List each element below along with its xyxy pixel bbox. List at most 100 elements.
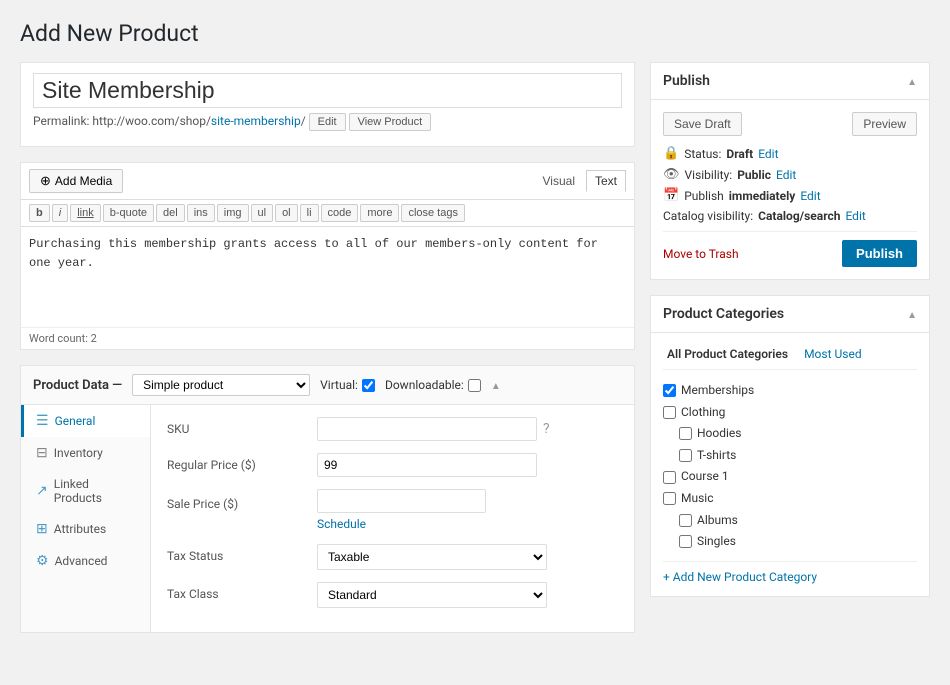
ins-button[interactable]: ins [187,204,215,222]
italic-button[interactable]: i [52,204,68,222]
add-category-link[interactable]: + Add New Product Category [663,561,917,584]
sale-price-field-row: Sale Price ($) Schedule [167,489,618,532]
move-to-trash-link[interactable]: Move to Trash [663,247,739,261]
catalog-label: Catalog visibility: [663,209,753,223]
categories-panel-title: Product Categories [663,306,784,322]
save-draft-button[interactable]: Save Draft [663,112,742,136]
status-edit-link[interactable]: Edit [758,147,778,161]
publish-collapse-icon[interactable] [907,73,917,89]
publish-footer: Move to Trash Publish [663,231,917,267]
cat-checkbox-tshirts[interactable] [679,449,692,462]
cat-checkbox-memberships[interactable] [663,384,676,397]
more-button[interactable]: more [360,204,399,222]
product-data-content: SKU ? Regular Price ($) [151,405,634,632]
cat-checkbox-hoodies[interactable] [679,427,692,440]
add-media-button[interactable]: ⊕ Add Media [29,169,123,193]
li-button[interactable]: li [300,204,319,222]
text-tab[interactable]: Text [586,170,626,192]
virtual-checkbox-area: Virtual: [320,378,375,392]
publish-label: Publish [684,189,724,203]
categories-collapse-icon[interactable] [907,306,917,322]
visibility-icon: 👁 [663,167,680,182]
view-product-button[interactable]: View Product [349,113,432,131]
tax-status-field-row: Tax Status Taxable Shipping only None [167,544,618,570]
title-panel: Permalink: http://woo.com/shop/site-memb… [20,62,635,147]
calendar-icon: 📅 [663,188,679,203]
tab-inventory[interactable]: ⊟ Inventory [21,437,150,469]
publish-meta: 🔒 Status: Draft Edit 👁 Visibility: Publi… [663,146,917,223]
tab-all-categories[interactable]: All Product Categories [663,345,792,363]
downloadable-checkbox[interactable] [468,379,481,392]
category-clothing: Clothing [663,402,917,424]
sku-help-icon[interactable]: ? [543,421,550,437]
tab-advanced[interactable]: ⚙ Advanced [21,545,150,577]
product-type-select[interactable]: Simple product Variable product Grouped … [132,374,310,396]
page-title: Add New Product [20,20,930,47]
status-value: Draft [726,147,753,161]
code-button[interactable]: code [321,204,359,222]
word-count: Word count: 2 [21,327,634,349]
visibility-row: 👁 Visibility: Public Edit [663,167,917,182]
ol-button[interactable]: ol [275,204,298,222]
regular-price-label: Regular Price ($) [167,453,307,472]
categories-tabs: All Product Categories Most Used [663,345,917,370]
visibility-value: Public [737,168,771,182]
editor-panel: ⊕ Add Media Visual Text b i link b-quote… [20,162,635,350]
tax-class-select[interactable]: Standard Reduced Rate Zero Rate [317,582,547,608]
publish-time-edit-link[interactable]: Edit [800,189,820,203]
bold-button[interactable]: b [29,204,50,222]
publish-actions: Save Draft Preview [663,112,917,136]
cat-checkbox-albums[interactable] [679,514,692,527]
virtual-label: Virtual: [320,378,358,392]
tab-most-used[interactable]: Most Used [800,345,866,363]
link-button[interactable]: link [70,204,101,222]
virtual-checkbox[interactable] [362,379,375,392]
ul-button[interactable]: ul [251,204,274,222]
cat-checkbox-music[interactable] [663,492,676,505]
regular-price-input[interactable] [317,453,537,477]
tab-linked-products[interactable]: ↗ LinkedProducts [21,469,150,513]
visibility-label: Visibility: [685,168,733,182]
publish-button[interactable]: Publish [842,240,917,267]
bquote-button[interactable]: b-quote [103,204,154,222]
cat-checkbox-clothing[interactable] [663,406,676,419]
tax-status-label: Tax Status [167,544,307,563]
publish-panel: Publish Save Draft Preview 🔒 Status: Dra… [650,62,930,280]
tax-class-field-row: Tax Class Standard Reduced Rate Zero Rat… [167,582,618,608]
permalink: Permalink: http://woo.com/shop/site-memb… [33,108,622,136]
preview-button[interactable]: Preview [852,112,917,136]
cat-checkbox-singles[interactable] [679,535,692,548]
visibility-edit-link[interactable]: Edit [776,168,796,182]
tax-status-select[interactable]: Taxable Shipping only None [317,544,547,570]
del-button[interactable]: del [156,204,185,222]
publish-time-row: 📅 Publish immediately Edit [663,188,917,203]
sku-input[interactable] [317,417,537,441]
format-toolbar: b i link b-quote del ins img ul ol li co… [21,200,634,227]
tab-attributes[interactable]: ⊞ Attributes [21,513,150,545]
categories-panel: Product Categories All Product Categorie… [650,295,930,597]
product-data-panel: Product Data — Simple product Variable p… [20,365,635,633]
close-tags-button[interactable]: close tags [401,204,465,222]
product-data-collapse-icon[interactable] [491,377,501,393]
catalog-edit-link[interactable]: Edit [845,209,865,223]
product-data-sidebar: ☰ General ⊟ Inventory ↗ LinkedProducts ⊞… [21,405,151,632]
img-button[interactable]: img [217,204,249,222]
sale-price-input[interactable] [317,489,486,513]
cat-checkbox-course1[interactable] [663,471,676,484]
permalink-slug-link[interactable]: site-membership [211,114,301,128]
editor-content[interactable]: Purchasing this membership grants access… [21,227,634,327]
tab-general[interactable]: ☰ General [21,405,150,437]
linked-products-icon: ↗ [36,483,48,499]
attributes-icon: ⊞ [36,521,48,537]
sku-field-row: SKU ? [167,417,618,441]
visual-tab[interactable]: Visual [534,170,584,192]
add-media-icon: ⊕ [40,173,51,189]
general-icon: ☰ [36,413,49,429]
product-title-input[interactable] [33,73,622,108]
category-music: Music [663,488,917,510]
category-singles: Singles [663,531,917,553]
edit-permalink-button[interactable]: Edit [309,113,346,131]
schedule-link[interactable]: Schedule [317,517,366,531]
categories-panel-header: Product Categories [651,296,929,333]
product-data-title: Product Data — [33,378,122,393]
